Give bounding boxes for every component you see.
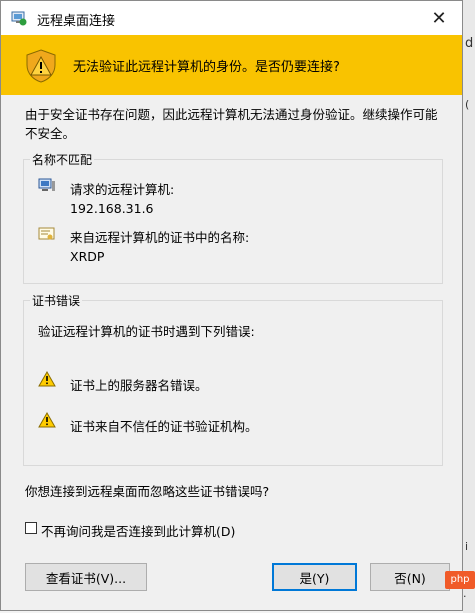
close-button[interactable]: ✕ — [416, 1, 462, 35]
name-mismatch-group: 名称不匹配 请求的远程计算机: 192.168.31.6 来自远程计算机的证书中… — [23, 151, 443, 284]
no-button[interactable]: 否(N) — [370, 563, 450, 591]
background-text: ( — [465, 98, 470, 111]
view-certificate-button[interactable]: 查看证书(V)... — [25, 563, 147, 591]
warning-banner: 无法验证此远程计算机的身份。是否仍要连接? — [1, 35, 462, 95]
cert-name-value: XRDP — [70, 249, 105, 264]
rdp-security-dialog: 远程桌面连接 ✕ 无法验证此远程计算机的身份。是否仍要连接? 由于安全证书存在问… — [0, 0, 463, 611]
certificate-errors-group: 证书错误 验证远程计算机的证书时遇到下列错误: 证书上的服务器名错误。 证书来自… — [23, 292, 443, 466]
requested-computer-value: 192.168.31.6 — [70, 201, 154, 216]
security-description: 由于安全证书存在问题，因此远程计算机无法通过身份验证。继续操作可能不安全。 — [25, 107, 438, 141]
connect-question: 你想连接到远程桌面而忽略这些证书错误吗? — [25, 484, 270, 499]
group-legend: 名称不匹配 — [30, 151, 95, 168]
warning-message: 无法验证此远程计算机的身份。是否仍要连接? — [73, 60, 340, 75]
background-text: i — [465, 540, 469, 553]
warning-icon — [38, 371, 56, 387]
watermark-badge: php — [445, 571, 475, 589]
computer-icon — [38, 178, 55, 191]
background-window-edge: d ( i · — [463, 0, 475, 613]
title-bar[interactable]: 远程桌面连接 ✕ — [1, 1, 462, 35]
certificate-icon — [38, 227, 55, 240]
cert-name-label: 来自远程计算机的证书中的名称: — [70, 230, 250, 245]
window-title: 远程桌面连接 — [37, 14, 116, 29]
remote-desktop-icon — [11, 11, 27, 26]
background-text: · — [463, 590, 467, 603]
dont-ask-checkbox-label[interactable]: 不再询问我是否连接到此计算机(D) — [41, 521, 235, 540]
dont-ask-checkbox[interactable] — [25, 522, 37, 534]
cert-error-item: 证书上的服务器名错误。 — [70, 378, 208, 393]
yes-button[interactable]: 是(Y) — [272, 563, 357, 591]
warning-shield-icon — [26, 49, 56, 83]
group-legend: 证书错误 — [30, 292, 83, 309]
errors-intro: 验证远程计算机的证书时遇到下列错误: — [38, 324, 255, 339]
warning-icon — [38, 412, 56, 428]
close-icon: ✕ — [431, 7, 447, 29]
cert-error-item: 证书来自不信任的证书验证机构。 — [70, 419, 258, 434]
requested-computer-label: 请求的远程计算机: — [70, 182, 175, 197]
background-text: d — [465, 36, 474, 51]
